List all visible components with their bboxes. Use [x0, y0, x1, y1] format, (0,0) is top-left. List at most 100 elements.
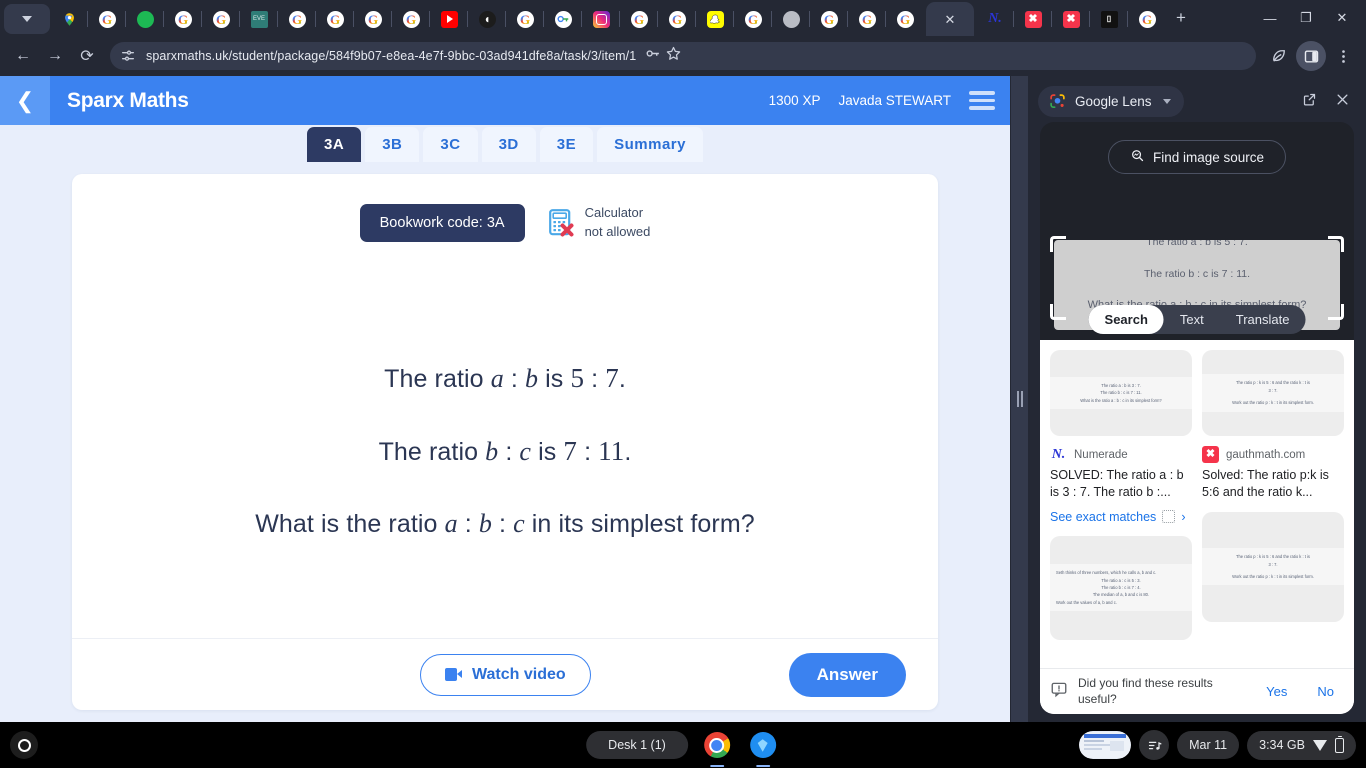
launcher-icon[interactable]	[10, 731, 38, 759]
crop-corner-bottom-right[interactable]	[1328, 304, 1344, 320]
tab-google-11[interactable]	[734, 2, 772, 36]
collapse-tab-group-button[interactable]	[4, 4, 50, 34]
app-icon: ◖	[478, 10, 496, 28]
three-dot-menu-icon[interactable]	[1328, 41, 1358, 71]
system-tray: Mar 11 3:34 GB	[1079, 730, 1356, 760]
tab-google-7[interactable]	[392, 2, 430, 36]
tab-google-2[interactable]	[164, 2, 202, 36]
active-tab-sparx-maths[interactable]: ✕	[926, 2, 974, 36]
chevron-down-icon[interactable]	[1162, 98, 1171, 104]
result-thumbnail-1[interactable]: The ratio a : b is 3 : 7. The ratio b : …	[1050, 350, 1192, 436]
tab-google-maps[interactable]	[50, 2, 88, 36]
find-image-source-button[interactable]: Find image source	[1108, 140, 1286, 174]
result-2-title[interactable]: Solved: The ratio p:k is 5:6 and the rat…	[1202, 467, 1344, 501]
side-panel-resize-handle[interactable]	[1011, 76, 1028, 722]
crop-corner-bottom-left[interactable]	[1050, 304, 1066, 320]
new-tab-button[interactable]: +	[1166, 3, 1196, 33]
forward-button[interactable]: →	[40, 41, 70, 71]
thumb1-line3: What is the ratio a : b : c in its simpl…	[1080, 397, 1162, 403]
see-exact-matches-label: See exact matches	[1050, 509, 1157, 524]
lens-selector[interactable]: Google Lens	[1038, 85, 1184, 117]
side-panel-icon[interactable]	[1296, 41, 1326, 71]
q3-sep1: :	[457, 510, 479, 538]
tab-snapchat[interactable]	[696, 2, 734, 36]
tab-key[interactable]	[544, 2, 582, 36]
tab-3b[interactable]: 3B	[365, 127, 420, 162]
lens-tab-search[interactable]: Search	[1088, 305, 1164, 334]
page-settings-icon[interactable]	[120, 48, 136, 64]
crop-corner-top-right[interactable]	[1328, 236, 1344, 252]
tab-google-15[interactable]	[1128, 2, 1166, 36]
user-name: Javada STEWART	[838, 93, 951, 108]
shelf-app-sparx[interactable]	[746, 728, 780, 767]
tab-google-4[interactable]	[278, 2, 316, 36]
calculator-status: Calculator not allowed	[548, 204, 650, 242]
tab-3e[interactable]: 3E	[539, 127, 594, 162]
tab-google-13[interactable]	[848, 2, 886, 36]
tab-instagram[interactable]	[582, 2, 620, 36]
answer-button[interactable]: Answer	[788, 652, 906, 697]
status-area[interactable]: 3:34 GB	[1247, 730, 1356, 760]
google-icon	[858, 10, 876, 28]
open-in-new-tab-icon[interactable]	[1302, 92, 1317, 110]
numerade-icon: N.	[988, 11, 1002, 26]
tab-teal-doc[interactable]: EVE	[240, 2, 278, 36]
close-window-button[interactable]: ✕	[1324, 3, 1360, 33]
result-thumbnail-2[interactable]: The ratio p : k is 5 : 6 and the ratio k…	[1202, 350, 1344, 436]
back-button[interactable]: ←	[8, 41, 38, 71]
tab-google-9[interactable]	[620, 2, 658, 36]
thumb2-line1: The ratio p : k is 5 : 6 and the ratio k…	[1236, 380, 1310, 386]
minimize-button[interactable]: —	[1252, 3, 1288, 33]
q1-sep2: :	[584, 365, 606, 393]
tab-black-app[interactable]: ▯	[1090, 2, 1128, 36]
q3-var-c: c	[513, 509, 525, 538]
tab-google-6[interactable]	[354, 2, 392, 36]
tab-google-14[interactable]	[886, 2, 924, 36]
tab-youtube[interactable]	[430, 2, 468, 36]
reload-button[interactable]: ⟳	[72, 41, 102, 71]
tab-grey[interactable]	[772, 2, 810, 36]
maximize-button[interactable]: ❐	[1288, 3, 1324, 33]
lens-results[interactable]: The ratio a : b is 3 : 7. The ratio b : …	[1040, 340, 1354, 714]
result-1-title[interactable]: SOLVED: The ratio a : b is 3 : 7. The ra…	[1050, 467, 1192, 501]
tab-gauthmath-2[interactable]: ✖	[1052, 2, 1090, 36]
lens-tab-translate[interactable]: Translate	[1220, 305, 1306, 334]
feedback-no-button[interactable]: No	[1307, 684, 1344, 699]
tab-summary[interactable]: Summary	[597, 127, 703, 162]
tab-3c[interactable]: 3C	[423, 127, 478, 162]
date-button[interactable]: Mar 11	[1177, 731, 1240, 759]
media-control-icon[interactable]	[1139, 730, 1170, 760]
tab-gauthmath-1[interactable]: ✖	[1014, 2, 1052, 36]
watch-video-button[interactable]: Watch video	[420, 653, 591, 696]
close-icon[interactable]: ✕	[945, 13, 956, 26]
crop-corner-top-left[interactable]	[1050, 236, 1066, 252]
screenshot-thumbnail[interactable]	[1079, 731, 1132, 759]
result-thumbnail-4[interactable]: The ratio p : k is 5 : 6 and the ratio k…	[1202, 511, 1344, 622]
feedback-yes-button[interactable]: Yes	[1256, 684, 1297, 699]
tab-google-8[interactable]	[506, 2, 544, 36]
sparx-back-button[interactable]: ❮	[0, 76, 50, 125]
lens-tab-text[interactable]: Text	[1164, 305, 1220, 334]
tab-google-3[interactable]	[202, 2, 240, 36]
tab-numerade[interactable]: N.	[976, 2, 1014, 36]
q2-mid: is	[531, 438, 564, 466]
google-icon	[668, 10, 686, 28]
tab-dark-app[interactable]: ◖	[468, 2, 506, 36]
tab-3d[interactable]: 3D	[481, 127, 536, 162]
close-icon[interactable]	[1335, 92, 1350, 110]
tab-google-12[interactable]	[810, 2, 848, 36]
desk-switcher-button[interactable]: Desk 1 (1)	[586, 731, 688, 759]
tab-google-1[interactable]	[88, 2, 126, 36]
see-exact-matches-button[interactable]: See exact matches ›	[1050, 510, 1192, 524]
bookmark-star-icon[interactable]	[665, 45, 682, 67]
shelf-app-chrome[interactable]	[700, 728, 734, 767]
result-thumbnail-3[interactable]: Seth thinks of three numbers, which he c…	[1050, 535, 1192, 640]
key-icon[interactable]	[644, 45, 661, 67]
leaf-extension-icon[interactable]	[1264, 41, 1294, 71]
tab-google-10[interactable]	[658, 2, 696, 36]
tab-spotify[interactable]	[126, 2, 164, 36]
address-bar[interactable]: sparxmaths.uk/student/package/584f9b07-e…	[110, 42, 1256, 70]
hamburger-menu-icon[interactable]	[969, 91, 995, 110]
tab-3a[interactable]: 3A	[307, 127, 362, 162]
tab-google-5[interactable]	[316, 2, 354, 36]
